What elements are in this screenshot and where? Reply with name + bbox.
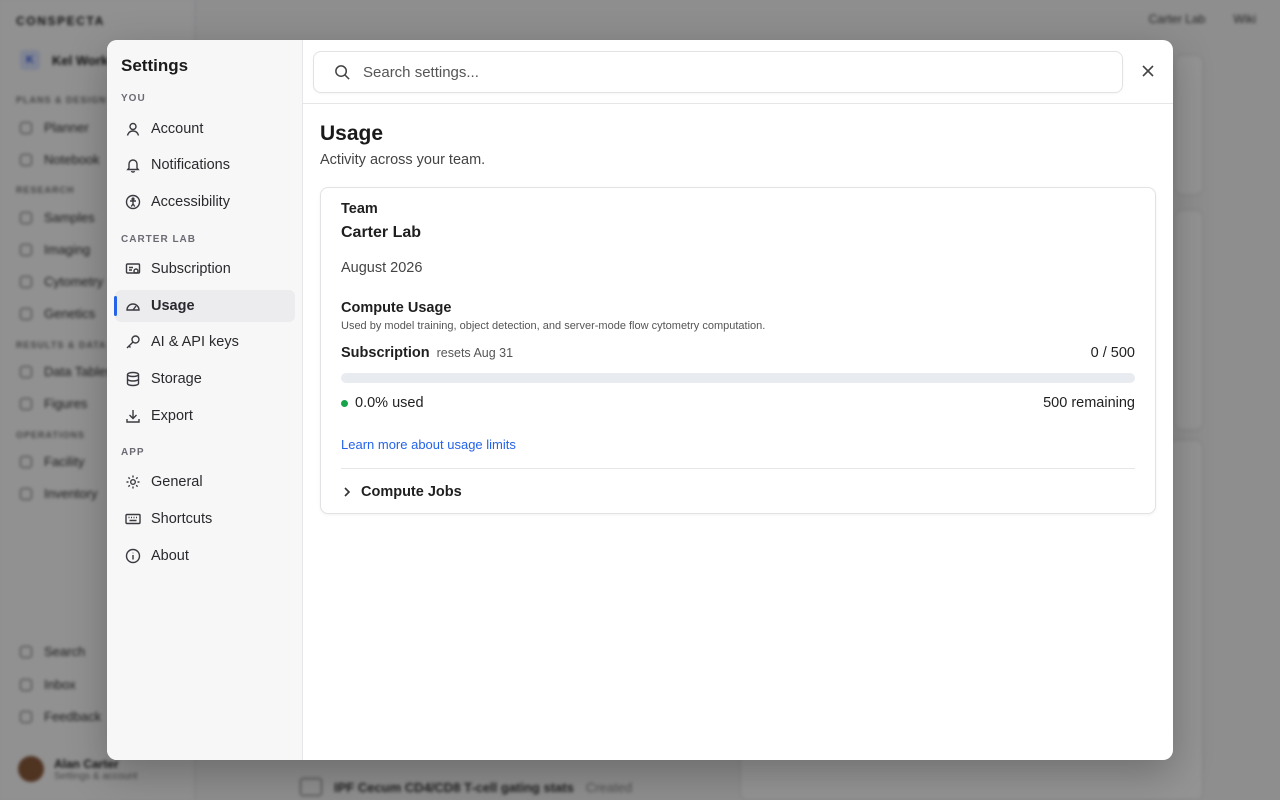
- subscription-label: Subscription: [341, 345, 430, 361]
- subscription-row: Subscription resets Aug 31: [341, 345, 513, 361]
- nav-item-shortcuts[interactable]: Shortcuts: [115, 503, 295, 535]
- team-label: Team: [341, 201, 378, 217]
- nav-item-label: General: [151, 474, 203, 490]
- bell-icon: [125, 157, 141, 173]
- close-button[interactable]: [1139, 62, 1157, 80]
- compute-jobs-toggle[interactable]: Compute Jobs: [341, 484, 462, 500]
- nav-item-label: AI & API keys: [151, 334, 239, 350]
- nav-item-label: About: [151, 548, 189, 564]
- gauge-icon: [125, 298, 141, 314]
- compute-usage-description: Used by model training, object detection…: [341, 320, 766, 332]
- gear-icon: [125, 474, 141, 490]
- nav-group-app: APP: [121, 447, 145, 458]
- settings-search[interactable]: [313, 51, 1123, 93]
- nav-item-subscription[interactable]: Subscription: [115, 253, 295, 285]
- page-subtitle: Activity across your team.: [320, 152, 486, 168]
- nav-item-account[interactable]: Account: [115, 113, 295, 145]
- settings-sidebar: Settings YOU Account Notifications Acces…: [107, 40, 303, 760]
- nav-item-label: Notifications: [151, 157, 230, 173]
- used-status: 0.0% used: [341, 395, 424, 411]
- nav-item-label: Export: [151, 408, 193, 424]
- usage-progress-bar: [341, 373, 1135, 383]
- usage-card: Team Carter Lab August 2026 Compute Usag…: [320, 187, 1156, 514]
- database-icon: [125, 371, 141, 387]
- chevron-right-icon: [344, 487, 351, 497]
- nav-item-usage[interactable]: Usage: [114, 290, 295, 322]
- nav-item-storage[interactable]: Storage: [115, 363, 295, 395]
- header-divider: [303, 103, 1173, 104]
- search-input[interactable]: [363, 63, 1063, 81]
- learn-more-link[interactable]: Learn more about usage limits: [341, 437, 516, 452]
- nav-item-label: Storage: [151, 371, 202, 387]
- nav-item-general[interactable]: General: [115, 466, 295, 498]
- nav-item-api-keys[interactable]: AI & API keys: [115, 326, 295, 358]
- team-name: Carter Lab: [341, 224, 422, 241]
- nav-group-you: YOU: [121, 93, 146, 104]
- close-icon: [1142, 65, 1154, 77]
- nav-item-accessibility[interactable]: Accessibility: [115, 186, 295, 218]
- nav-item-label: Account: [151, 121, 204, 137]
- compute-usage-title: Compute Usage: [341, 300, 452, 316]
- status-dot-icon: [341, 399, 348, 407]
- nav-item-label: Subscription: [151, 261, 231, 277]
- nav-item-label: Usage: [151, 298, 195, 314]
- accessibility-icon: [125, 194, 141, 210]
- nav-item-about[interactable]: About: [115, 540, 295, 572]
- compute-jobs-label: Compute Jobs: [361, 484, 462, 500]
- card-divider: [341, 468, 1135, 469]
- settings-modal: Settings YOU Account Notifications Acces…: [107, 40, 1173, 760]
- download-icon: [125, 408, 141, 424]
- nav-item-export[interactable]: Export: [115, 400, 295, 432]
- remaining-count: 500 remaining: [1043, 395, 1135, 411]
- info-icon: [125, 548, 141, 564]
- used-percent: 0.0% used: [355, 395, 424, 411]
- key-icon: [125, 334, 141, 350]
- reset-date: resets Aug 31: [436, 346, 514, 360]
- keyboard-icon: [125, 511, 141, 527]
- nav-group-carter-lab: CARTER LAB: [121, 234, 196, 245]
- nav-item-label: Accessibility: [151, 194, 230, 210]
- usage-count: 0 / 500: [1090, 345, 1135, 361]
- subscription-icon: [125, 261, 141, 277]
- settings-content: Usage Activity across your team. Team Ca…: [303, 40, 1173, 760]
- page-title: Usage: [320, 122, 384, 145]
- user-icon: [125, 121, 141, 137]
- nav-item-notifications[interactable]: Notifications: [115, 149, 295, 181]
- billing-month: August 2026: [341, 260, 423, 276]
- search-icon: [335, 64, 350, 80]
- nav-item-label: Shortcuts: [151, 511, 213, 527]
- settings-title: Settings: [121, 56, 189, 75]
